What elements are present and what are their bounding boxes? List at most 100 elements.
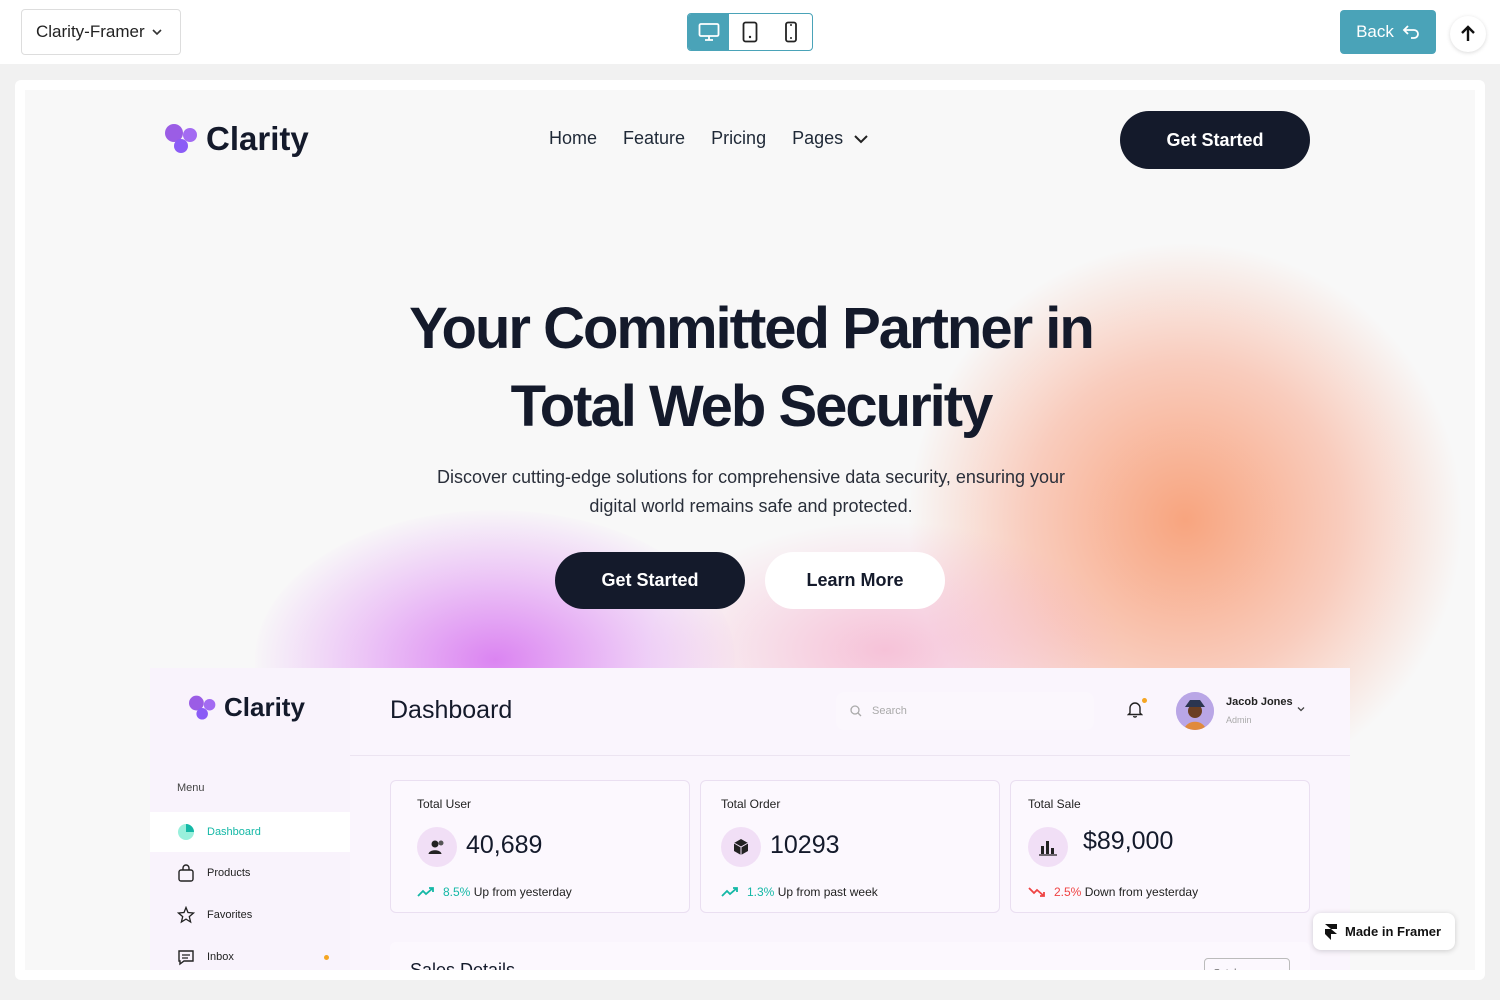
sidebar-item-label: Dashboard [207, 826, 261, 838]
tablet-view-button[interactable] [729, 14, 770, 50]
scroll-top-button[interactable] [1450, 16, 1486, 52]
bag-icon [178, 864, 194, 882]
sidebar-item-label: Favorites [207, 909, 253, 921]
bar-chart-icon [1028, 827, 1068, 867]
chevron-down-icon[interactable] [1296, 704, 1306, 714]
stat-value: $89,000 [1083, 827, 1174, 855]
stat-trend: 1.3% Up from past week [721, 885, 878, 899]
inbox-badge [324, 955, 329, 960]
stat-card-total-user: Total User 40,689 8.5% Up from yesterday [390, 780, 690, 913]
hero-title-line-1: Your Committed Partner in [409, 296, 1095, 361]
back-button[interactable]: Back [1340, 10, 1436, 54]
hero-subtitle-line-2: digital world remains safe and protected… [589, 496, 913, 516]
nav-link-pricing[interactable]: Pricing [711, 128, 766, 149]
mobile-view-button[interactable] [771, 14, 812, 50]
stat-label: Total Sale [1028, 797, 1081, 811]
arrow-up-icon [1461, 25, 1475, 41]
bell-icon[interactable] [1127, 700, 1143, 718]
star-icon [177, 906, 195, 924]
mobile-icon [785, 21, 798, 43]
user-name: Jacob Jones [1226, 696, 1293, 708]
stat-value: 40,689 [466, 831, 543, 859]
sidebar-item-inbox[interactable]: Inbox [150, 937, 350, 970]
site-preview: Clarity Home Feature Pricing Pages Get S… [25, 90, 1475, 970]
nav-link-pages-label: Pages [792, 128, 844, 148]
tablet-icon [742, 21, 758, 43]
back-button-label: Back [1356, 22, 1394, 41]
framer-logo-icon [1325, 923, 1337, 940]
trend-up-icon [721, 887, 738, 897]
chat-icon [178, 950, 194, 966]
template-select[interactable]: Clarity-Framer [21, 9, 181, 55]
sales-details-title: Sales Details [410, 960, 516, 970]
avatar[interactable] [1176, 692, 1214, 730]
sidebar-item-dashboard[interactable]: Dashboard [150, 812, 350, 852]
desktop-view-button[interactable] [688, 14, 730, 50]
sidebar-item-label: Inbox [207, 951, 234, 963]
stat-trend-text: Up from past week [777, 885, 878, 899]
made-in-framer-label: Made in Framer [1345, 924, 1442, 939]
trend-up-icon [417, 887, 434, 897]
nav-links: Home Feature Pricing Pages [549, 128, 869, 149]
sales-details-card: Sales Details October [390, 942, 1310, 970]
trend-down-icon [1028, 887, 1045, 897]
stat-trend: 8.5% Up from yesterday [417, 885, 572, 899]
hero-subtitle: Discover cutting-edge solutions for comp… [405, 463, 1097, 521]
chevron-down-icon [152, 29, 162, 36]
stat-trend-text: Down from yesterday [1084, 885, 1199, 899]
site-logo[interactable]: Clarity [164, 120, 309, 158]
stat-percent: 1.3% [747, 885, 775, 899]
clarity-logo-icon [189, 695, 216, 720]
sales-month-select[interactable]: October [1204, 958, 1290, 970]
pie-chart-icon [178, 824, 194, 840]
stat-trend: 2.5% Down from yesterday [1028, 885, 1198, 899]
stat-value: 10293 [770, 831, 840, 859]
user-role: Admin [1226, 715, 1252, 725]
dashboard-preview: Clarity Menu Dashboard Products Favorite… [150, 668, 1350, 970]
template-select-label: Clarity-Framer [36, 22, 145, 41]
hero-title-line-2: Total Web Security [510, 374, 994, 439]
nav-link-feature[interactable]: Feature [623, 128, 685, 149]
sidebar-item-favorites[interactable]: Favorites [150, 895, 350, 935]
nav-link-pages[interactable]: Pages [792, 128, 869, 149]
device-switcher [687, 13, 813, 51]
sidebar-item-products[interactable]: Products [150, 853, 350, 893]
search-icon [850, 705, 862, 717]
menu-label: Menu [177, 782, 205, 794]
sidebar-item-label: Products [207, 867, 251, 879]
stat-card-total-sale: Total Sale $89,000 2.5% Down from yester… [1010, 780, 1310, 913]
dashboard-logo: Clarity [188, 692, 305, 723]
users-icon [417, 827, 457, 867]
stat-label: Total Order [721, 797, 781, 811]
stat-trend-text: Up from yesterday [473, 885, 572, 899]
desktop-icon [698, 23, 720, 41]
dashboard-main: Dashboard Search Jacob Jones Admin Total… [350, 668, 1350, 970]
dashboard-header: Dashboard Search Jacob Jones Admin [350, 668, 1350, 756]
stat-percent: 2.5% [1054, 885, 1082, 899]
nav-link-home[interactable]: Home [549, 128, 597, 149]
stat-card-total-order: Total Order 10293 1.3% Up from past week [700, 780, 1000, 913]
dashboard-sidebar: Clarity Menu Dashboard Products Favorite… [150, 668, 350, 970]
chevron-down-icon [854, 134, 868, 143]
hero-get-started-button[interactable]: Get Started [555, 552, 745, 609]
hero-subtitle-line-1: Discover cutting-edge solutions for comp… [437, 467, 1065, 487]
made-in-framer-badge[interactable]: Made in Framer [1313, 913, 1455, 950]
top-toolbar: Clarity-Framer Back [0, 0, 1500, 64]
logo-text: Clarity [206, 120, 309, 157]
stat-percent: 8.5% [443, 885, 471, 899]
dashboard-title: Dashboard [390, 696, 513, 724]
box-icon [721, 827, 761, 867]
user-avatar-icon [1176, 692, 1214, 730]
dashboard-logo-text: Clarity [224, 692, 305, 722]
search-placeholder: Search [872, 705, 907, 717]
hero-learn-more-button[interactable]: Learn More [765, 552, 945, 609]
stat-label: Total User [417, 797, 472, 811]
preview-frame: Clarity Home Feature Pricing Pages Get S… [15, 80, 1485, 980]
clarity-logo-icon [165, 124, 197, 153]
notification-dot [1142, 698, 1147, 703]
nav-get-started-button[interactable]: Get Started [1120, 111, 1310, 169]
return-arrow-icon [1402, 25, 1419, 39]
hero-title: Your Committed Partner in Total Web Secu… [325, 290, 1177, 446]
dashboard-search-input[interactable]: Search [836, 692, 1094, 730]
site-navbar: Clarity Home Feature Pricing Pages Get S… [25, 90, 1475, 200]
